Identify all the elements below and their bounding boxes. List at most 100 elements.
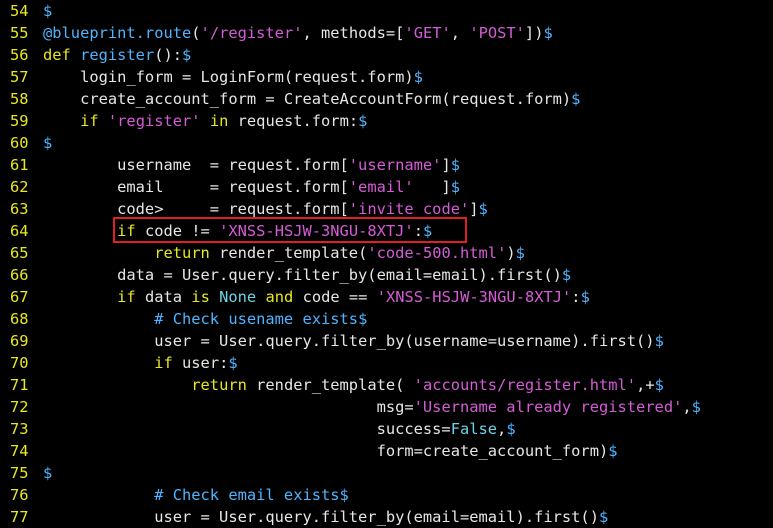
end-of-line-marker: $ — [358, 112, 368, 130]
code-line: 56 def register():$ — [0, 44, 773, 66]
code-token: 'invite_code' — [348, 200, 470, 218]
code-text: if data is None and code == 'XNSS-HSJW-3… — [43, 288, 590, 306]
line-number: 69 — [10, 332, 29, 350]
code-token: user = User.query.filter_by(email=email)… — [43, 508, 599, 526]
code-line: 63 code> = request.form['invite_code']$ — [0, 198, 773, 220]
code-line: 64 if code != 'XNSS-HSJW-3NGU-8XTJ':$ — [0, 220, 773, 242]
code-text: if code != 'XNSS-HSJW-3NGU-8XTJ':$ — [43, 222, 432, 240]
code-token: 'XNSS-HSJW-3NGU-8XTJ' — [219, 222, 414, 240]
line-number: 76 — [10, 486, 29, 504]
code-line: 57 login_form = LoginForm(request.form)$ — [0, 66, 773, 88]
code-token: 'GET' — [404, 24, 451, 42]
end-of-line-marker: $ — [571, 90, 581, 108]
end-of-line-marker: $ — [580, 288, 590, 306]
code-token: , — [497, 420, 507, 438]
code-token: (): — [154, 46, 183, 64]
code-token: render_template( — [209, 244, 368, 262]
code-token: return — [154, 244, 210, 262]
code-line: 70 if user:$ — [0, 352, 773, 374]
end-of-line-marker: $ — [43, 2, 53, 20]
code-line: 75 $ — [0, 462, 773, 484]
code-token: login_form = LoginForm(request.form) — [43, 68, 414, 86]
end-of-line-marker: $ — [561, 266, 572, 284]
code-token: user: — [172, 354, 229, 372]
code-text: user = User.query.filter_by(email=email)… — [43, 508, 608, 526]
end-of-line-marker: $ — [339, 486, 349, 504]
end-of-line-marker: $ — [515, 244, 525, 262]
code-line: 58 create_account_form = CreateAccountFo… — [0, 88, 773, 110]
code-line: 54 $ — [0, 0, 773, 22]
code-line: 59 if 'register' in request.form:$ — [0, 110, 773, 132]
code-line: 69 user = User.query.filter_by(username=… — [0, 330, 773, 352]
code-token: 'username' — [348, 156, 442, 174]
code-token: form=create_account_form) — [43, 442, 609, 460]
code-token: in — [200, 112, 229, 130]
code-token: : — [571, 288, 581, 306]
code-token: ]) — [524, 24, 544, 42]
end-of-line-marker: $ — [506, 420, 516, 438]
code-token: , — [682, 398, 692, 416]
code-line: 73 success=False,$ — [0, 418, 773, 440]
code-text: if 'register' in request.form:$ — [43, 112, 367, 130]
line-number: 77 — [10, 508, 29, 526]
code-line: 76 # Check email exists$ — [0, 484, 773, 506]
code-token: data = User.query.filter_by(email=email)… — [43, 266, 562, 284]
end-of-line-marker: $ — [228, 354, 238, 372]
code-token: user = User.query.filter_by(username=use… — [43, 332, 655, 350]
code-line: 61 username = request.form['username']$ — [0, 154, 773, 176]
line-number: 62 — [10, 178, 29, 196]
code-text: return render_template('code-500.html')$ — [43, 244, 525, 262]
code-token: code == — [293, 288, 377, 306]
code-text: username = request.form['username']$ — [43, 156, 460, 174]
code-token: if — [117, 288, 136, 306]
line-number: 70 — [10, 354, 29, 372]
code-token: if — [117, 222, 136, 240]
code-token: request.form: — [228, 112, 359, 130]
code-token: 'Username already registered' — [413, 398, 683, 416]
code-token: code> = request.form[ — [43, 200, 349, 218]
line-number: 68 — [10, 310, 29, 328]
code-line: 65 return render_template('code-500.html… — [0, 242, 773, 264]
code-token: : — [413, 222, 423, 240]
code-token: is — [191, 288, 210, 306]
code-token: render_template( — [246, 376, 414, 394]
code-line: 55 @blueprint.route('/register', methods=… — [0, 22, 773, 44]
line-number: 71 — [10, 376, 29, 394]
code-text: def register():$ — [43, 46, 191, 64]
end-of-line-marker: $ — [413, 68, 423, 86]
code-editor[interactable]: 54 $55 @blueprint.route('/register', metho… — [0, 0, 773, 528]
code-token: register — [80, 46, 155, 64]
code-token: ] — [413, 178, 451, 196]
code-token: ] — [441, 156, 451, 174]
code-token: email = request.form[ — [43, 178, 349, 196]
code-text: return render_template( 'accounts/regist… — [43, 376, 664, 394]
line-number: 64 — [10, 222, 29, 240]
line-number: 67 — [10, 288, 29, 306]
code-line: 72 msg='Username already registered',$ — [0, 396, 773, 418]
end-of-line-marker: $ — [182, 46, 192, 64]
end-of-line-marker: $ — [450, 156, 461, 174]
code-token: code != — [135, 222, 220, 240]
end-of-line-marker: $ — [654, 376, 664, 394]
code-token: # Check usename exists — [154, 310, 359, 328]
line-number: 66 — [10, 266, 29, 284]
code-text: $ — [43, 134, 52, 152]
code-token: return — [191, 376, 247, 394]
code-token: ,+ — [636, 376, 655, 394]
code-token: msg= — [43, 398, 414, 416]
line-number: 61 — [10, 156, 29, 174]
code-token: None — [219, 288, 257, 306]
code-token: , — [450, 24, 470, 42]
code-token: if — [80, 112, 108, 130]
code-token: 'email' — [348, 178, 414, 196]
code-token: username = request.form[ — [43, 156, 349, 174]
code-token: , methods=[ — [302, 24, 405, 42]
code-text: success=False,$ — [43, 420, 516, 438]
code-line: 71 return render_template( 'accounts/reg… — [0, 374, 773, 396]
code-text: $ — [43, 2, 52, 20]
line-number: 57 — [10, 68, 29, 86]
end-of-line-marker: $ — [598, 508, 609, 526]
code-line: 62 email = request.form['email' ]$ — [0, 176, 773, 198]
